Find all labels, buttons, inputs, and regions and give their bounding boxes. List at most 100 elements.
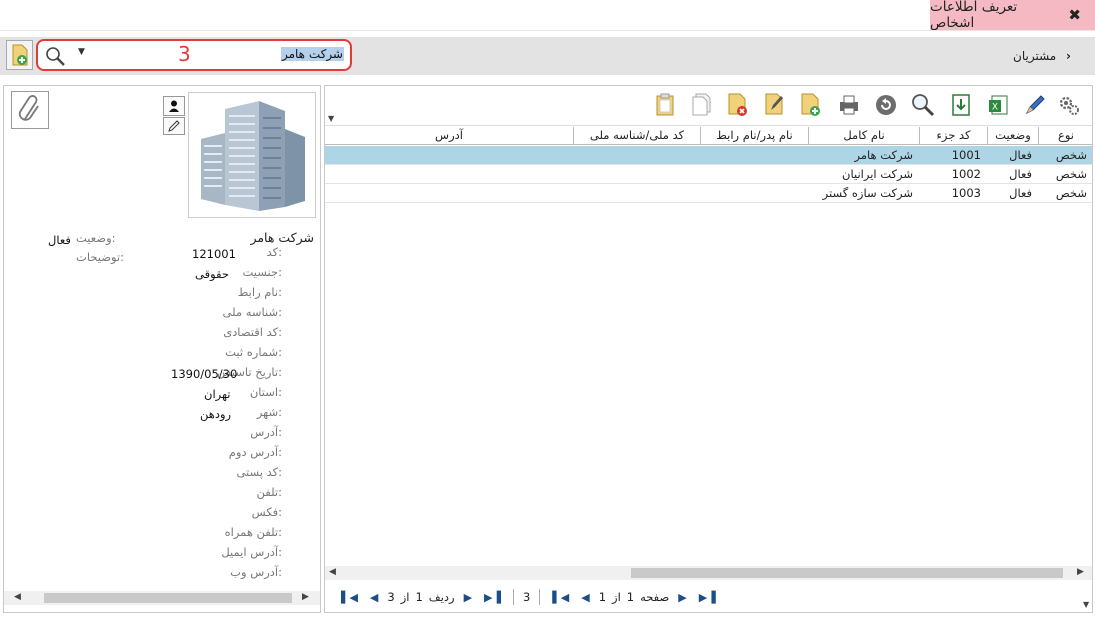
field-label-phone: تلفن: [256, 485, 282, 499]
grid-toolbar: X ▼ [325, 86, 1092, 126]
field-value-gender: حقوقی [195, 267, 229, 281]
next-page-icon[interactable]: ▶ [678, 591, 686, 604]
cell-type: شخص [1055, 148, 1087, 162]
field-value-province: تهران [204, 387, 231, 401]
field-label-economic-code: کد اقتصادی: [223, 325, 282, 339]
chevron-right-icon[interactable]: ▶ [302, 592, 309, 602]
column-header-father-name[interactable]: نام پدر/نام رابط [700, 127, 808, 145]
refresh-icon[interactable] [873, 91, 899, 119]
column-header-full-name[interactable]: نام کامل [808, 127, 919, 145]
cell-type: شخص [1055, 186, 1087, 200]
svg-text:X: X [992, 103, 998, 113]
window-title-tab: تعریف اطلاعات اشخاص ✖ [930, 0, 1095, 31]
prev-row-icon[interactable]: ◀ [370, 591, 378, 604]
table-row[interactable]: شخص فعال 1003 شرکت سازه گستر [325, 184, 1092, 203]
cell-code: 1002 [951, 167, 981, 181]
chevron-right-icon[interactable]: ▶ [1077, 567, 1084, 577]
column-header-type[interactable]: نوع [1038, 127, 1093, 145]
field-value-code: 121001 [192, 247, 236, 261]
next-row-icon[interactable]: ▶ [464, 591, 472, 604]
column-header-status[interactable]: وضعیت [987, 127, 1038, 145]
field-label-email: آدرس ایمیل: [221, 545, 282, 559]
breadcrumb-label: مشتریان [1013, 49, 1057, 63]
edit-document-icon[interactable] [762, 91, 788, 119]
row-current: 1 [415, 590, 423, 604]
field-label-postal-code: کد پستی: [236, 465, 282, 479]
chevron-left-icon[interactable]: ◀ [329, 567, 336, 577]
page-size[interactable]: 3 [523, 590, 530, 604]
chevron-down-icon[interactable]: ▼ [328, 114, 334, 123]
paperclip-icon [18, 95, 39, 121]
settings-icon[interactable] [1056, 91, 1082, 119]
pencil-icon[interactable] [163, 117, 185, 135]
chevron-left-icon[interactable]: ◀ [14, 592, 21, 602]
search-icon[interactable] [910, 91, 936, 119]
table-row[interactable]: شخص فعال 1001 شرکت هامر [325, 146, 1092, 165]
first-page-icon[interactable]: ▌◀ [552, 591, 569, 604]
cell-status: فعال [1009, 148, 1032, 162]
edit-pen-icon[interactable] [1022, 91, 1048, 119]
copy-document-icon[interactable] [689, 91, 715, 119]
cell-status: فعال [1009, 186, 1032, 200]
cell-full-name: شرکت ایرانیان [842, 167, 913, 181]
excel-export-icon[interactable]: X [986, 91, 1012, 119]
field-label-province: استان: [249, 385, 282, 399]
table-row[interactable]: شخص فعال 1002 شرکت ایرانیان [325, 165, 1092, 184]
field-label-city: شهر: [256, 405, 282, 419]
download-icon[interactable] [948, 91, 974, 119]
add-document-icon[interactable] [798, 91, 824, 119]
horizontal-scrollbar[interactable]: ◀ ▶ [325, 566, 1092, 580]
cell-status: فعال [1009, 167, 1032, 181]
search-box: ▼ 3 شرکت هامر [36, 39, 352, 71]
chevron-down-icon[interactable]: ▼ [1083, 600, 1089, 609]
last-row-icon[interactable]: ▶▐ [484, 591, 501, 604]
column-header-code[interactable]: کد جزء [919, 127, 987, 145]
divider [512, 589, 514, 605]
search-icon[interactable] [44, 45, 66, 67]
field-label-gender: جنسیت: [242, 265, 282, 279]
person-name: شرکت هامر [250, 230, 314, 245]
person-detail-panel: شرکت هامر وضعیت: فعال توضیحات: کد: 12100… [3, 85, 321, 613]
customer-grid-panel: X ▼ نوع وضعیت کد جزء نام کامل نام پدر/نا… [324, 85, 1093, 613]
field-value-established-date: 1390/05/30 [171, 367, 238, 381]
prev-page-icon[interactable]: ◀ [581, 591, 589, 604]
search-toolbar: ▼ 3 شرکت هامر مشتریان › [0, 37, 1095, 75]
first-row-icon[interactable]: ▌◀ [341, 591, 358, 604]
cell-full-name: شرکت سازه گستر [822, 186, 913, 200]
cell-full-name: شرکت هامر [854, 148, 913, 162]
new-document-button[interactable] [6, 40, 33, 70]
chevron-down-icon[interactable]: ▼ [78, 47, 85, 57]
user-icon[interactable] [163, 96, 185, 116]
column-header-national-id[interactable]: کد ملی/شناسه ملی [573, 127, 700, 145]
scrollbar-thumb[interactable] [44, 593, 292, 603]
cell-code: 1001 [951, 148, 981, 162]
field-label-fax: فکس: [251, 505, 282, 519]
print-icon[interactable] [836, 91, 862, 119]
close-icon[interactable]: ✖ [1068, 6, 1081, 24]
row-of-label: از [400, 590, 410, 604]
column-header-address[interactable]: آدرس [325, 127, 573, 145]
field-label-contact-name: نام رابط: [237, 285, 282, 299]
last-page-icon[interactable]: ▶▐ [699, 591, 716, 604]
field-label-address-2: آدرس دوم: [228, 445, 282, 459]
breadcrumb[interactable]: مشتریان › [1013, 49, 1071, 63]
building-icon [191, 93, 315, 217]
page-current[interactable]: 1 [627, 590, 634, 604]
field-value-city: رودهن [200, 407, 232, 421]
field-label-registration-number: شماره ثبت: [225, 345, 282, 359]
building-photo [188, 92, 316, 218]
delete-document-icon[interactable] [725, 91, 751, 119]
scrollbar-thumb[interactable] [631, 568, 1063, 578]
field-label-website: آدرس وب: [230, 565, 282, 579]
divider [0, 30, 1095, 31]
divider [539, 589, 541, 605]
paste-document-icon[interactable] [652, 91, 678, 119]
field-label-code: کد: [266, 245, 282, 259]
search-input[interactable]: شرکت هامر [280, 47, 344, 61]
status-label: وضعیت: [76, 231, 116, 245]
cell-code: 1003 [951, 186, 981, 200]
field-label-national-id: شناسه ملی: [222, 305, 283, 319]
horizontal-scrollbar[interactable]: ◀ ▶ [4, 591, 320, 605]
attachment-button[interactable] [11, 91, 49, 129]
search-result-count: 3 [178, 42, 191, 66]
